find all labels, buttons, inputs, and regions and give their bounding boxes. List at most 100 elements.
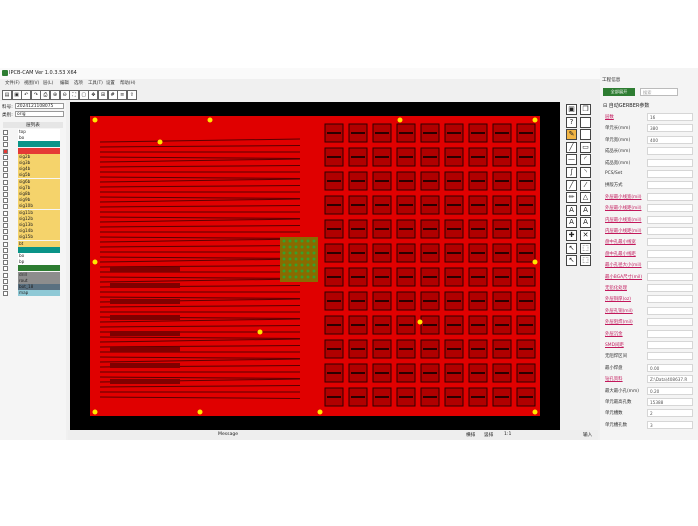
layer-row[interactable]: drill — [3, 271, 60, 278]
measure-icon[interactable]: ⊞ — [98, 90, 108, 100]
layer-row[interactable] — [3, 246, 60, 253]
arc2-icon[interactable]: ◝ — [580, 167, 591, 178]
layout-v-button[interactable]: 竖排 — [484, 432, 493, 438]
menu-edit[interactable]: 编辑 — [60, 80, 69, 86]
move2-icon[interactable]: ↖ — [566, 255, 577, 267]
menu-file[interactable]: 文件(F) — [5, 80, 20, 86]
zoom-out-icon[interactable]: ⊖ — [59, 90, 70, 100]
layout-h-button[interactable]: 横排 — [466, 432, 475, 438]
param-value-field[interactable]: 400 — [647, 135, 693, 144]
a2-icon[interactable]: A — [580, 204, 591, 216]
layer-row[interactable]: sig9b — [3, 197, 60, 204]
param-value-field[interactable] — [647, 158, 693, 167]
layer-row[interactable]: sig7b — [3, 184, 60, 191]
step-select[interactable]: orig — [15, 111, 64, 117]
param-label[interactable]: 外层沉金 — [605, 331, 623, 337]
param-value-field[interactable] — [647, 170, 693, 178]
param-label[interactable]: SMD间距 — [605, 342, 624, 348]
layer-row[interactable]: bp — [3, 259, 60, 266]
layer-icon[interactable]: ≡ — [117, 90, 128, 100]
layer-row[interactable]: sig14b — [3, 228, 60, 235]
open-icon[interactable]: ▤ — [2, 90, 12, 100]
param-value-field[interactable]: Z:\Data\408637.R — [647, 375, 693, 384]
redo-icon[interactable]: ↷ — [30, 90, 41, 100]
undo-icon[interactable]: ↶ — [21, 90, 32, 100]
section-title[interactable]: ⊟ 自动GERBER参数 — [603, 102, 695, 110]
zoom-fit-icon[interactable]: ⛶ — [69, 90, 80, 100]
select2-icon[interactable]: ⬚ — [580, 255, 591, 267]
slash-icon[interactable]: ⁄ — [580, 179, 591, 191]
save-icon[interactable]: ▣ — [566, 104, 577, 115]
param-label[interactable]: 最小BGA尺寸(mil) — [605, 274, 642, 280]
menu-settings[interactable]: 设置 — [106, 80, 115, 86]
param-value-field[interactable]: 0.00 — [647, 363, 693, 372]
param-value-field[interactable] — [647, 249, 693, 258]
layer-checkbox[interactable] — [3, 291, 8, 297]
menu-view[interactable]: 视图(V) — [24, 80, 39, 86]
curve-icon[interactable]: ∫ — [566, 167, 577, 178]
param-label[interactable]: 无铅化处理 — [605, 285, 627, 291]
param-label[interactable]: 盘中孔最小线距 — [605, 251, 636, 257]
menu-help[interactable]: 帮助(H) — [120, 80, 136, 86]
param-value-field[interactable] — [647, 215, 693, 224]
line2-icon[interactable]: ╱ — [566, 179, 577, 191]
param-label[interactable]: 内层最小线距(mil) — [605, 228, 642, 234]
param-value-field[interactable] — [647, 192, 693, 201]
param-value-field[interactable] — [647, 306, 693, 315]
param-value-field[interactable] — [647, 147, 693, 156]
layer-row[interactable]: top — [3, 129, 60, 135]
param-value-field[interactable]: 3 — [647, 420, 693, 429]
print-icon[interactable]: ⎙ — [40, 90, 51, 100]
param-label[interactable]: 钻孔资料 — [605, 376, 623, 382]
layer-row[interactable]: sig13b — [3, 222, 60, 228]
export-icon[interactable]: ⇪ — [126, 90, 137, 100]
menu-layer[interactable]: 层(L) — [43, 80, 53, 86]
edit-icon[interactable]: ✎ — [566, 129, 577, 141]
param-value-field[interactable]: 380 — [647, 124, 693, 133]
param-value-field[interactable] — [647, 261, 693, 270]
save-icon[interactable]: ▣ — [11, 90, 22, 100]
param-value-field[interactable] — [647, 181, 693, 190]
layer-row[interactable] — [3, 147, 60, 154]
a3-icon[interactable]: A — [566, 217, 577, 229]
param-label[interactable]: 外层阻焊(mil) — [605, 319, 633, 325]
param-value-field[interactable] — [647, 352, 693, 361]
pan-icon[interactable]: ✥ — [88, 90, 99, 100]
param-label[interactable]: 层数 — [605, 114, 614, 120]
pencil-icon[interactable]: ✏ — [566, 192, 577, 204]
grid-icon[interactable]: # — [107, 90, 118, 100]
x-icon[interactable]: ✕ — [580, 230, 591, 241]
layer-row[interactable]: sig12b — [3, 215, 60, 222]
a-icon[interactable]: A — [566, 204, 577, 216]
menu-tools[interactable]: 工具(T) — [88, 80, 103, 86]
cross-icon[interactable]: ✚ — [566, 230, 577, 241]
param-label[interactable]: 盘中孔最小线宽 — [605, 239, 636, 245]
layer-row[interactable]: bo — [3, 135, 60, 142]
param-value-field[interactable]: 16 — [647, 113, 693, 121]
layer-row[interactable]: bo — [3, 253, 60, 259]
select-icon[interactable]: ⬚ — [580, 242, 591, 254]
search-input[interactable]: 搜索 — [640, 88, 678, 96]
layer-row[interactable]: sig4b — [3, 166, 60, 173]
layer-row[interactable]: sig11b — [3, 209, 60, 216]
zoom-area-icon[interactable]: ▢ — [78, 90, 89, 100]
param-value-field[interactable]: 2 — [647, 409, 693, 418]
job-field[interactable]: 2024121108075 — [15, 103, 64, 109]
param-value-field[interactable] — [647, 227, 693, 235]
param-label[interactable]: 外层最小线距(mil) — [605, 205, 642, 211]
param-label[interactable]: 外层最小线宽(mil) — [605, 194, 642, 200]
param-value-field[interactable] — [647, 318, 693, 327]
move-icon[interactable]: ↖ — [566, 242, 577, 254]
layer-row[interactable]: sig6b — [3, 178, 60, 185]
a4-icon[interactable]: A — [580, 217, 591, 229]
triangle-icon[interactable]: △ — [580, 192, 591, 204]
layer-row[interactable]: sig15b — [3, 234, 60, 241]
param-value-field[interactable] — [647, 295, 693, 304]
menu-options[interactable]: 选项 — [74, 80, 83, 86]
param-value-field[interactable] — [647, 204, 693, 213]
layer-row[interactable]: map — [3, 290, 60, 297]
layer-row[interactable] — [3, 265, 60, 272]
line-icon[interactable]: ╱ — [566, 141, 577, 153]
param-label[interactable]: 外层铜厚(oz) — [605, 296, 631, 302]
param-value-field[interactable] — [647, 238, 693, 247]
